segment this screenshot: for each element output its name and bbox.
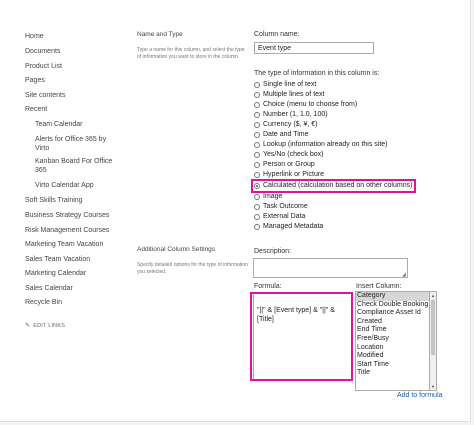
nav-recent-kanban[interactable]: Kanban Board For Office 365 (35, 157, 115, 175)
type-option-label: Date and Time (263, 131, 309, 138)
radio-icon (254, 131, 260, 138)
scroll-down-icon[interactable]: ▼ (430, 383, 436, 390)
type-option-label: Managed Metadata (263, 223, 324, 230)
radio-icon (254, 151, 260, 158)
nav-marketing-calendar[interactable]: Marketing Calendar (25, 269, 86, 278)
nav-recent-alerts[interactable]: Alerts for Office 365 by Virto (35, 135, 115, 153)
nav-marketing-vacation[interactable]: Marketing Team Vacation (25, 240, 103, 249)
nav-risk-management[interactable]: Risk Management Courses (25, 226, 109, 235)
nav-product-list[interactable]: Product List (25, 62, 62, 71)
nav-pages[interactable]: Pages (25, 76, 45, 85)
list-item[interactable]: Compliance Asset Id (356, 309, 429, 318)
nav-sales-calendar[interactable]: Sales Calendar (25, 284, 73, 293)
additional-settings-title: Additional Column Settings (137, 246, 216, 253)
calculated-highlight (251, 179, 416, 193)
formula-highlight (250, 292, 353, 381)
type-option-single-line[interactable]: Single line of text (254, 80, 316, 89)
radio-icon (254, 121, 260, 128)
radio-icon (254, 111, 260, 118)
column-name-input[interactable] (254, 42, 374, 54)
type-option-date-time[interactable]: Date and Time (254, 130, 309, 139)
type-option-label: Number (1, 1.0, 100) (263, 111, 328, 118)
radio-icon (254, 223, 260, 230)
type-option-label: Currency ($, ¥, €) (263, 121, 318, 128)
type-option-managed-metadata[interactable]: Managed Metadata (254, 222, 323, 231)
type-option-label: Single line of text (263, 81, 317, 88)
type-option-label: Lookup (information already on this site… (263, 141, 388, 148)
nav-recent[interactable]: Recent (25, 105, 47, 114)
edit-links-button[interactable]: ✎ EDIT LINKS (25, 322, 65, 329)
type-option-yes-no[interactable]: Yes/No (check box) (254, 150, 323, 159)
edit-links-label: EDIT LINKS (33, 323, 66, 329)
type-option-external-data[interactable]: External Data (254, 212, 305, 221)
name-type-description: Type a name for this column, and select … (137, 47, 245, 60)
nav-soft-skills[interactable]: Soft Skills Training (25, 196, 83, 205)
radio-icon (254, 171, 260, 178)
insert-column-listbox[interactable]: Category Check Double Booking Compliance… (355, 291, 430, 391)
type-option-currency[interactable]: Currency ($, ¥, €) (254, 120, 317, 129)
description-label: Description: (254, 248, 291, 255)
type-label: The type of information in this column i… (254, 70, 380, 77)
list-item[interactable]: End Time (356, 326, 429, 335)
radio-icon (254, 141, 260, 148)
nav-documents[interactable]: Documents (25, 47, 60, 56)
list-item[interactable]: Start Time (356, 361, 429, 370)
nav-sales-vacation[interactable]: Sales Team Vacation (25, 255, 90, 264)
formula-label: Formula: (254, 283, 282, 290)
type-option-label: Hyperlink or Picture (263, 171, 325, 178)
type-option-label: Image (263, 193, 283, 200)
list-item[interactable]: Free/Busy (356, 335, 429, 344)
nav-home[interactable]: Home (25, 32, 44, 41)
type-option-label: Choice (menu to choose from) (263, 101, 358, 108)
scroll-up-icon[interactable]: ▲ (430, 292, 436, 299)
radio-icon (254, 81, 260, 88)
add-to-formula-link[interactable]: Add to formula (397, 392, 443, 399)
nav-recent-team-calendar[interactable]: Team Calendar (35, 120, 82, 129)
nav-recent-virto-calendar[interactable]: Virto Calendar App (35, 181, 94, 190)
type-option-label: Person or Group (263, 161, 315, 168)
nav-site-contents[interactable]: Site contents (25, 91, 65, 100)
radio-icon (254, 203, 260, 210)
list-item[interactable]: Created (356, 318, 429, 327)
list-item[interactable]: Category (356, 292, 429, 301)
type-option-label: Task Outcome (263, 203, 308, 210)
scroll-thumb[interactable] (431, 300, 435, 355)
list-item[interactable]: Check Double Booking (356, 301, 429, 310)
nav-business-strategy[interactable]: Business Strategy Courses (25, 211, 109, 220)
radio-icon (254, 91, 260, 98)
type-option-multiple-lines[interactable]: Multiple lines of text (254, 90, 324, 99)
pencil-icon: ✎ (25, 323, 31, 329)
type-option-lookup[interactable]: Lookup (information already on this site… (254, 140, 388, 149)
radio-icon (254, 101, 260, 108)
column-name-label: Column name: (254, 31, 300, 38)
additional-settings-description: Specify detailed options for the type of… (137, 262, 248, 275)
radio-icon (254, 213, 260, 220)
type-option-label: External Data (263, 213, 306, 220)
name-type-title: Name and Type (137, 31, 183, 38)
type-option-task-outcome[interactable]: Task Outcome (254, 202, 308, 211)
type-option-choice[interactable]: Choice (menu to choose from) (254, 100, 357, 109)
resize-grip-icon: ◢ (402, 272, 406, 278)
description-textarea[interactable] (253, 258, 408, 278)
type-option-person-group[interactable]: Person or Group (254, 160, 315, 169)
list-item[interactable]: Modified (356, 352, 429, 361)
type-option-label: Multiple lines of text (263, 91, 325, 98)
page-frame: Home Documents Product List Pages Site c… (0, 0, 471, 422)
list-item[interactable]: Location (356, 344, 429, 353)
type-option-label: Yes/No (check box) (263, 151, 324, 158)
radio-icon (254, 161, 260, 168)
radio-icon (254, 193, 260, 200)
type-option-hyperlink[interactable]: Hyperlink or Picture (254, 170, 324, 179)
type-option-number[interactable]: Number (1, 1.0, 100) (254, 110, 328, 119)
nav-recycle-bin[interactable]: Recycle Bin (25, 298, 62, 307)
type-option-image[interactable]: Image (254, 192, 282, 201)
listbox-scrollbar[interactable]: ▲ ▼ (430, 291, 437, 391)
insert-column-label: Insert Column: (356, 283, 402, 290)
list-item[interactable]: Title (356, 369, 429, 378)
